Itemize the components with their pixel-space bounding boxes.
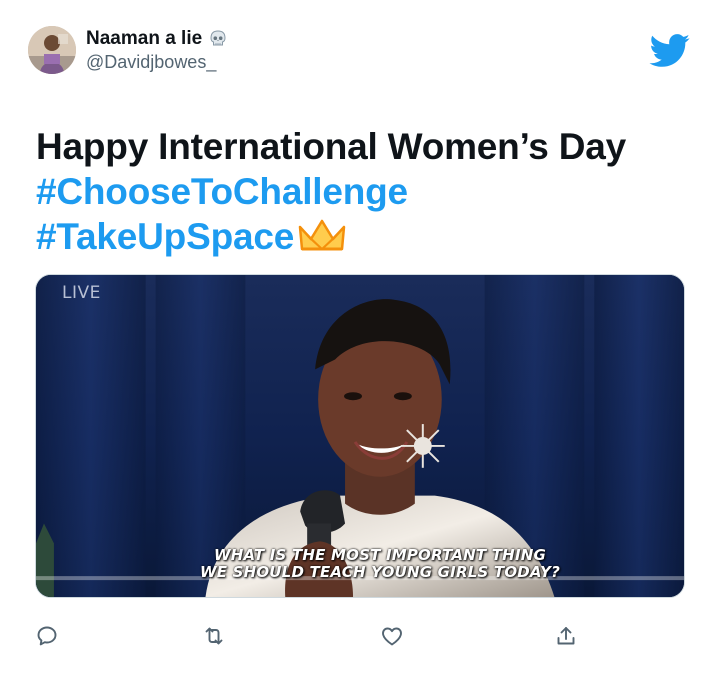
share-button[interactable]: [554, 624, 578, 648]
retweet-icon: [205, 627, 223, 645]
avatar[interactable]: [28, 26, 76, 74]
live-label: LIVE: [62, 283, 101, 303]
retweet-button[interactable]: [202, 624, 226, 648]
tweet-media-video[interactable]: LIVE WHAT IS THE MOST IMPORTANT THING WE…: [35, 274, 685, 598]
twitter-bird-icon[interactable]: [649, 34, 691, 68]
tweet-card: Naaman a lie @Davidjbowes_ Happy Interna…: [0, 0, 721, 692]
tweet-text-plain: Happy International Women’s Day: [36, 126, 627, 167]
share-icon: [557, 627, 575, 645]
hashtag-take-up-space[interactable]: #TakeUpSpace: [36, 216, 294, 257]
avatar-image: [28, 26, 76, 74]
name-row: Naaman a lie: [86, 28, 228, 50]
reply-icon: [37, 626, 57, 646]
like-button[interactable]: [380, 624, 404, 648]
tweet-actions: [0, 620, 721, 650]
crown-icon: [298, 219, 346, 255]
user-info: Naaman a lie @Davidjbowes_: [86, 28, 228, 73]
skull-icon: [208, 29, 228, 49]
user-handle[interactable]: @Davidjbowes_: [86, 52, 228, 73]
tweet-text: Happy International Women’s Day #ChooseT…: [36, 124, 676, 259]
hashtag-choose-to-challenge[interactable]: #ChooseToChallenge: [36, 171, 408, 212]
reply-button[interactable]: [35, 624, 59, 648]
video-caption: WHAT IS THE MOST IMPORTANT THING WE SHOU…: [36, 547, 684, 581]
display-name[interactable]: Naaman a lie: [86, 28, 202, 50]
caption-line-2: WE SHOULD TEACH YOUNG GIRLS TODAY?: [199, 563, 560, 581]
tweet-header: Naaman a lie @Davidjbowes_: [28, 26, 228, 74]
caption-line-1: WHAT IS THE MOST IMPORTANT THING: [214, 546, 546, 564]
heart-icon: [382, 627, 402, 646]
